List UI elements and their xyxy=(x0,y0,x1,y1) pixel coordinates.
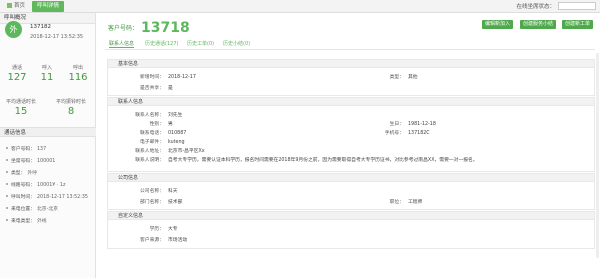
custom-info-panel: 自定义信息 学历： 大专 客户来源： 市场活动 xyxy=(107,211,595,249)
subtab-summary-history[interactable]: 历史小结(0) xyxy=(223,40,250,47)
online-status-select[interactable] xyxy=(558,2,596,10)
email-row: 电子邮件： kuteng xyxy=(140,140,185,145)
education-row: 学历： 大专 xyxy=(149,227,178,232)
contact-info-title: 联系人信息 xyxy=(108,98,594,106)
subtab-contact[interactable]: 联系人信息 xyxy=(109,40,135,48)
top-tab-bar: 首页 呼叫详情 在线坐席状态： xyxy=(0,0,600,13)
stat-avg-ring-label: 平均振铃时长 xyxy=(55,99,86,105)
subtab-ticket-history[interactable]: 历史工单(0) xyxy=(187,40,214,47)
stat-avg-talk-label: 平均通话时长 xyxy=(5,99,36,105)
stat-outbound: 呼出 116 xyxy=(63,64,93,83)
stat-outbound-value: 116 xyxy=(68,72,88,83)
basic-info-title: 基本信息 xyxy=(108,60,594,68)
customer-number: 客户号码： 13718 xyxy=(108,20,190,36)
contact-phone-row: 联系电话： 010887 xyxy=(140,131,187,136)
company-info-panel: 公司信息 公司名称： 科天 部门名称： 技术部 职位： 工程师 xyxy=(107,173,595,210)
call-info-item: 类型： 外呼 xyxy=(6,169,37,176)
stat-inbound: 呼入 11 xyxy=(32,64,62,83)
stat-avg-ring: 平均振铃时长 8 xyxy=(50,98,92,117)
stat-outbound-label: 呼出 xyxy=(72,65,83,71)
online-status-label: 在线坐席状态： xyxy=(516,4,555,10)
tab-call-detail[interactable]: 呼叫详情 xyxy=(32,1,65,12)
subtab-divider xyxy=(105,49,595,50)
stat-avg-ring-value: 8 xyxy=(67,106,75,117)
avatar: 外 xyxy=(5,21,22,38)
create-time-row: 新增时间： 2018-12-17 xyxy=(140,75,196,80)
online-status: 在线坐席状态： xyxy=(516,2,596,10)
company-info-title: 公司信息 xyxy=(108,174,594,182)
stat-inbound-label: 呼入 xyxy=(41,65,52,71)
stat-avg-talk: 平均通话时长 15 xyxy=(0,98,42,117)
shared-row: 是否共享：是 xyxy=(140,86,173,91)
caller-phone: 137182 xyxy=(30,24,51,30)
tab-home[interactable]: 首页 xyxy=(2,1,30,12)
address-row: 联系人地址： 北京市-昌平区Xx xyxy=(135,149,205,154)
contact-info-panel: 联系人信息 联系人名称： 刘先生 性别：男 生日： 1981-12-18 联系电话：… xyxy=(107,97,595,172)
call-info-item: 坐席号码： 100001 xyxy=(6,157,55,164)
detail-main: 客户号码： 13718 编辑新加入 创建服务小结 创建新工单 联系人信息 历史通话… xyxy=(97,13,600,278)
call-info-item: 客户号码： 137 xyxy=(6,145,46,152)
stat-inbound-value: 11 xyxy=(40,72,54,83)
stat-avg-talk-value: 15 xyxy=(14,106,28,117)
company-name-row: 公司名称： 科天 xyxy=(140,189,178,194)
caller-time: 2018-12-17 13:52:35 xyxy=(30,34,84,40)
edit-contact-button[interactable]: 编辑新加入 xyxy=(482,20,514,29)
home-icon xyxy=(7,2,12,8)
mobile-row: 手机号： 137182C xyxy=(384,131,430,136)
contact-note-row: 联系人说明： 自考大专学历，需要认证本科学历，报名时间需要在2018年9月份之前，… xyxy=(135,158,478,163)
stat-calls-value: 127 xyxy=(7,72,27,83)
create-summary-button[interactable]: 创建服务小结 xyxy=(520,20,557,29)
position-row: 职位： 工程师 xyxy=(389,200,423,205)
call-info-item: 呼叫时间： 2018-12-17 13:52:35 xyxy=(6,193,88,200)
stat-calls: 通话 127 xyxy=(2,64,32,83)
call-info-item: 线路号码： 10001¥ · 1z xyxy=(6,181,65,188)
type-row: 类型： 其他 xyxy=(389,75,418,80)
contact-name-row: 联系人名称： 刘先生 xyxy=(135,113,183,118)
call-info-item: 来电位置： 北京-北京 xyxy=(6,205,58,212)
tab-call-detail-label: 呼叫详情 xyxy=(37,3,60,9)
birthday-row: 生日： 1981-12-18 xyxy=(389,122,436,127)
subtab-call-history[interactable]: 历史通话(127) xyxy=(145,40,178,47)
call-info-header: 通话信息 xyxy=(0,127,96,137)
department-row: 部门名称： 技术部 xyxy=(140,200,183,205)
tab-home-label: 首页 xyxy=(14,3,26,9)
customer-number-label: 客户号码： xyxy=(108,25,139,32)
create-ticket-button[interactable]: 创建新工单 xyxy=(562,20,594,29)
stat-calls-label: 通话 xyxy=(11,65,22,71)
customer-number-value: 13718 xyxy=(141,20,190,36)
custom-info-title: 自定义信息 xyxy=(108,212,594,220)
main-scrollbar[interactable] xyxy=(596,53,599,258)
gender-row: 性别：男 xyxy=(149,122,173,127)
call-info-item: 来电类型： 外线 xyxy=(6,217,47,224)
customer-source-row: 客户来源： 市场活动 xyxy=(140,238,188,243)
basic-info-panel: 基本信息 新增时间： 2018-12-17 类型： 其他 是否共享：是 xyxy=(107,59,595,96)
